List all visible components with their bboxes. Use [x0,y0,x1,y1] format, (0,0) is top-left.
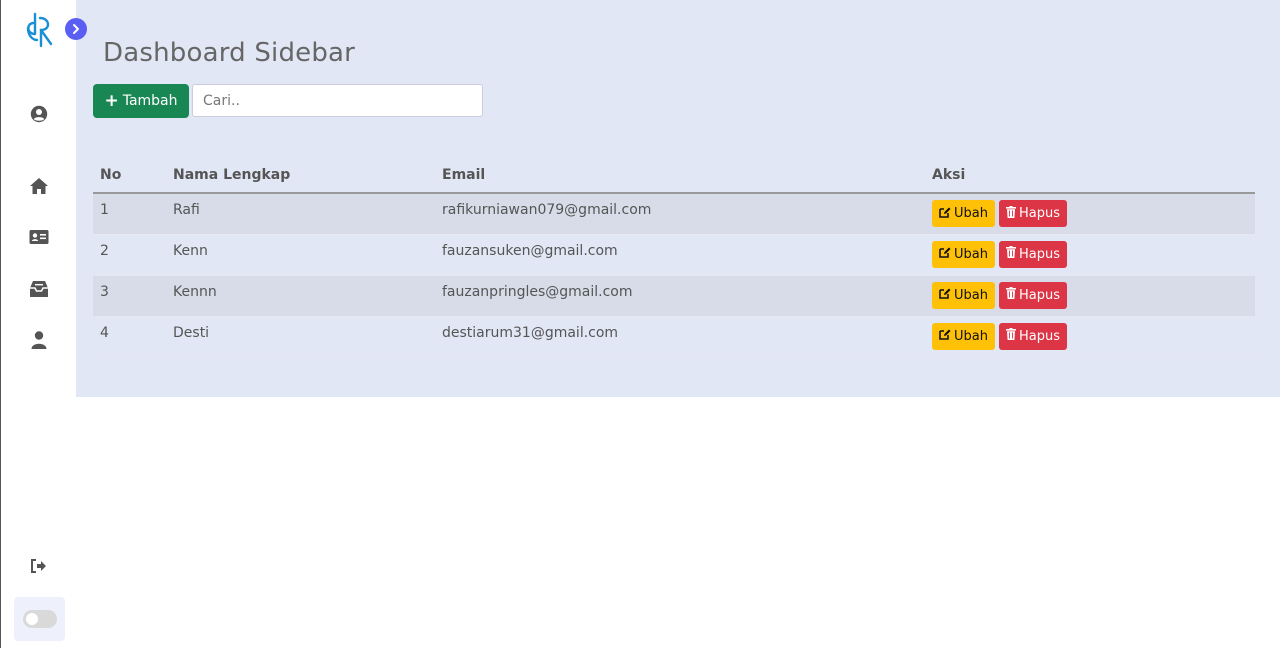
delete-button[interactable]: Hapus [998,322,1067,350]
sidebar-item-home[interactable] [28,177,50,199]
edit-button[interactable]: Ubah [932,322,995,350]
edit-icon [939,287,951,303]
logout-button[interactable] [28,557,50,579]
delete-button-label: Hapus [1018,246,1060,262]
dpr-logo-icon[interactable] [23,10,57,50]
trash-icon [1005,205,1016,222]
cell-nama: Kenn [166,234,435,276]
cell-email: destiarum31@gmail.com [435,316,925,358]
edit-button-label: Ubah [954,328,988,344]
edit-button[interactable]: Ubah [932,200,995,227]
cell-nama: Kennn [166,275,435,317]
delete-button-label: Hapus [1018,206,1060,221]
table-row: 3 Kennn fauzanpringles@gmail.com Ubah Ha… [93,275,1255,317]
header-aksi: Aksi [925,158,1255,194]
page-title: Dashboard Sidebar [103,38,356,68]
edit-icon [939,328,951,344]
header-nama-lengkap: Nama Lengkap [166,158,435,194]
edit-button-label: Ubah [954,206,988,221]
chevron-right-icon [70,20,82,39]
cell-aksi: Ubah Hapus [925,234,1255,276]
header-email: Email [435,158,925,194]
logout-icon [30,558,48,578]
users-table: No Nama Lengkap Email Aksi 1 Rafi rafiku… [93,158,1255,358]
cell-no: 4 [93,316,166,358]
inbox-icon [29,280,49,302]
cell-aksi: Ubah Hapus [925,316,1255,358]
cell-email: fauzanpringles@gmail.com [435,275,925,317]
delete-button[interactable]: Hapus [998,281,1067,309]
cell-nama: Rafi [166,193,435,235]
table-row: 4 Desti destiarum31@gmail.com Ubah Hapus [93,316,1255,358]
sidebar-item-profile[interactable] [28,105,50,127]
user-icon [31,331,47,353]
delete-button-label: Hapus [1018,287,1060,303]
table-row: 1 Rafi rafikurniawan079@gmail.com Ubah H… [93,193,1255,235]
theme-toggle-switch[interactable] [22,610,57,628]
id-card-icon [29,229,49,249]
cell-no: 1 [93,193,166,235]
trash-icon [1005,287,1016,303]
edit-icon [939,246,951,262]
edit-button[interactable]: Ubah [932,240,995,268]
trash-icon [1005,328,1016,344]
edit-button-label: Ubah [954,246,988,262]
sidebar-toggle-button[interactable] [65,18,87,40]
main-content: Dashboard Sidebar + Tambah No Nama Lengk… [76,0,1280,397]
trash-icon [1005,246,1016,262]
table-header-row: No Nama Lengkap Email Aksi [93,158,1255,194]
add-button-label: Tambah [122,93,178,109]
sidebar [0,0,87,648]
user-circle-icon [30,105,48,127]
header-no: No [93,158,166,194]
cell-nama: Desti [166,316,435,358]
plus-icon: + [104,90,119,111]
sidebar-item-inbox[interactable] [28,280,50,302]
cell-no: 3 [93,275,166,317]
search-input[interactable] [192,84,483,117]
cell-aksi: Ubah Hapus [925,275,1255,317]
cell-email: rafikurniawan079@gmail.com [435,193,925,235]
sidebar-item-id-card[interactable] [28,228,50,250]
table-row: 2 Kenn fauzansuken@gmail.com Ubah Hapus [93,234,1255,276]
cell-aksi: Ubah Hapus [925,193,1255,235]
cell-no: 2 [93,234,166,276]
sidebar-item-user[interactable] [28,331,50,353]
delete-button-label: Hapus [1018,328,1060,344]
cell-email: fauzansuken@gmail.com [435,234,925,276]
delete-button[interactable]: Hapus [998,200,1067,227]
edit-button-label: Ubah [954,287,988,303]
add-button[interactable]: + Tambah [93,84,189,118]
theme-toggle-container [14,597,65,641]
edit-icon [939,206,951,222]
home-icon [29,177,49,199]
delete-button[interactable]: Hapus [998,240,1067,268]
edit-button[interactable]: Ubah [932,281,995,309]
